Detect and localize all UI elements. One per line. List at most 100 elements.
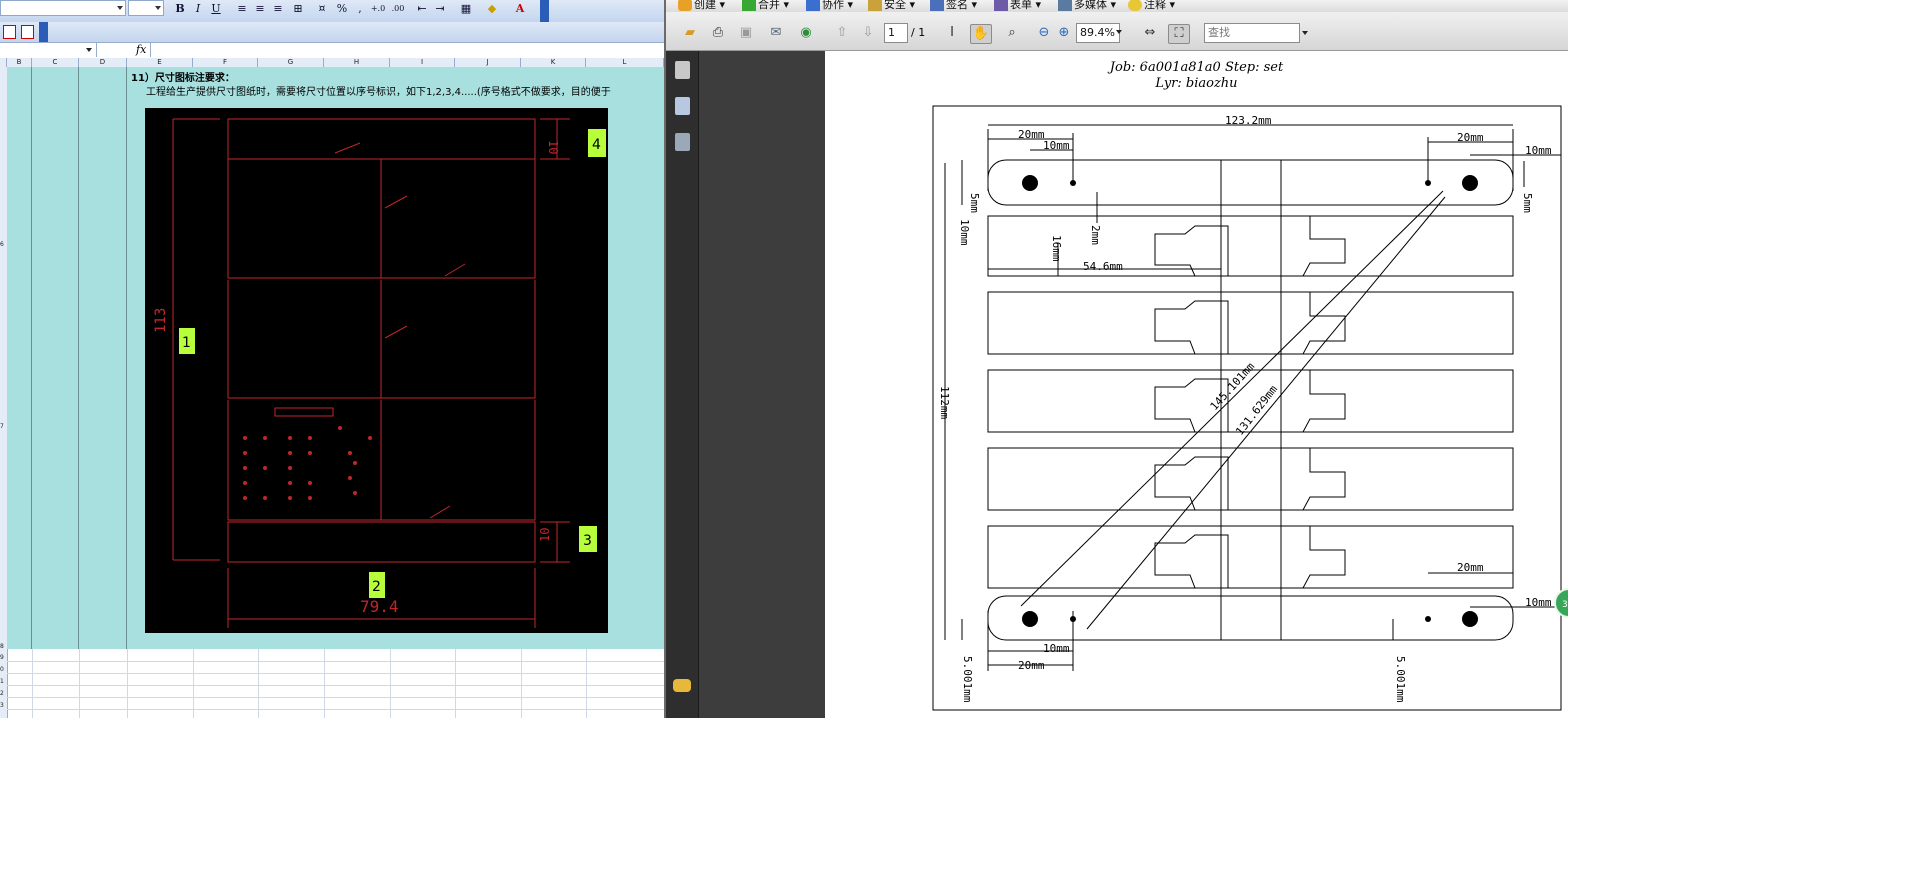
row-number[interactable]: 6	[0, 241, 7, 248]
cell-column-d[interactable]	[79, 67, 127, 649]
column-header-c[interactable]: C	[32, 58, 79, 67]
row-number[interactable]: 7	[0, 423, 7, 430]
search-input[interactable]: 查找	[1204, 23, 1300, 43]
dim-113-label: 113	[153, 308, 169, 333]
dim-diagonal-1: 145.101mm	[1208, 360, 1258, 413]
menu-combine[interactable]: 合并 ▾	[742, 0, 789, 11]
cell-column-c[interactable]	[32, 67, 79, 649]
pdf-document-background	[699, 51, 825, 718]
panel-dimension-drawing[interactable]: 123.2mm 20mm 10mm 20mm 10mm 5mm 10mm 5mm…	[825, 51, 1568, 718]
convert-pdf-icon[interactable]	[3, 25, 16, 39]
open-folder-icon[interactable]: ▰	[680, 24, 700, 42]
hand-tool-icon[interactable]: ✋	[970, 24, 992, 44]
fill-color-icon[interactable]: ◆	[484, 1, 500, 17]
menu-security[interactable]: 安全 ▾	[868, 0, 915, 11]
row-number[interactable]: 0	[0, 666, 7, 673]
increase-indent-icon[interactable]: ⇥	[432, 1, 448, 17]
marker-4-label: 4	[592, 137, 601, 153]
fit-width-icon[interactable]: ⇔	[1140, 24, 1160, 42]
column-header-g[interactable]: G	[258, 58, 324, 67]
column-header-e[interactable]: E	[127, 58, 193, 67]
toolbar-options-icon[interactable]	[540, 0, 549, 22]
italic-button[interactable]: I	[190, 1, 206, 17]
dim-10-bottom-right: 10mm	[1525, 596, 1552, 609]
menu-create[interactable]: 创建 ▾	[678, 0, 725, 11]
merge-center-icon[interactable]: ⊞	[290, 1, 306, 17]
menu-forms[interactable]: 表单 ▾	[994, 0, 1041, 11]
menu-collaborate[interactable]: 协作 ▾	[806, 0, 853, 11]
select-text-icon[interactable]: Ⅰ	[942, 24, 962, 42]
formula-input[interactable]	[150, 43, 664, 57]
toolbar-options-icon-2[interactable]	[39, 22, 48, 42]
save-icon[interactable]: ▣	[736, 24, 756, 42]
row-number[interactable]: 1	[0, 678, 7, 685]
comments-panel-icon[interactable]	[673, 679, 691, 692]
cell-column-b[interactable]	[7, 67, 32, 649]
dim-20-bottom-left: 20mm	[1018, 659, 1045, 672]
zoom-level-input[interactable]: 89.4%	[1076, 23, 1120, 43]
font-color-button[interactable]: A	[512, 1, 528, 17]
forms-icon	[994, 0, 1008, 11]
column-header-j[interactable]: J	[455, 58, 521, 67]
decrease-decimal-icon[interactable]: .00	[390, 1, 406, 17]
row-number[interactable]: 9	[0, 654, 7, 661]
fx-label[interactable]: fx	[136, 43, 146, 56]
search-dropdown-icon[interactable]	[1302, 31, 1308, 35]
marker-2-label: 2	[372, 579, 381, 595]
column-header-l[interactable]: L	[586, 58, 664, 67]
zoom-out-icon[interactable]: ⊖	[1034, 24, 1054, 42]
column-header-f[interactable]: F	[193, 58, 258, 67]
font-name-combo[interactable]	[0, 0, 126, 16]
marker-1-label: 1	[182, 335, 191, 351]
share-icon[interactable]: ◉	[796, 24, 816, 42]
column-header-b[interactable]: B	[7, 58, 32, 67]
dim-5-001-mid: 5.001mm	[1394, 656, 1407, 703]
column-header-i[interactable]: I	[390, 58, 455, 67]
bookmarks-panel-icon[interactable]	[675, 97, 690, 115]
previous-page-icon[interactable]: ⇧	[832, 24, 852, 42]
increase-decimal-icon[interactable]: +.0	[370, 1, 386, 17]
menu-sign[interactable]: 签名 ▾	[930, 0, 977, 11]
column-header-d[interactable]: D	[79, 58, 127, 67]
fit-page-icon[interactable]: ⛶	[1168, 24, 1190, 44]
column-header-h[interactable]: H	[324, 58, 390, 67]
name-box[interactable]	[0, 43, 97, 57]
zoom-in-icon[interactable]: ⊕	[1054, 24, 1074, 42]
dim-height-total: 112mm	[938, 386, 951, 419]
percent-button[interactable]: %	[334, 1, 350, 17]
menu-comment[interactable]: 注释 ▾	[1128, 0, 1175, 11]
print-icon[interactable]: ⎙	[708, 24, 728, 42]
underline-button[interactable]: U	[208, 1, 224, 17]
borders-icon[interactable]: ▦	[458, 1, 474, 17]
name-box-dropdown-icon[interactable]	[86, 48, 92, 52]
pages-panel-icon[interactable]	[675, 61, 690, 79]
currency-icon[interactable]: ¤	[314, 1, 330, 17]
select-all-corner[interactable]	[0, 58, 7, 67]
next-page-icon[interactable]: ⇩	[858, 24, 878, 42]
email-icon[interactable]: ✉	[766, 24, 786, 42]
page-number-input[interactable]: 1	[884, 23, 908, 43]
pdf-email-icon[interactable]	[21, 25, 34, 39]
row-number[interactable]: 3	[0, 702, 7, 709]
dim-10-left: 10mm	[958, 219, 971, 246]
security-icon	[868, 0, 882, 11]
dim-20-top-right: 20mm	[1457, 131, 1484, 144]
dim-10-bottom-left: 10mm	[1043, 642, 1070, 655]
font-size-combo[interactable]	[128, 0, 164, 16]
align-left-icon[interactable]: ≡	[234, 1, 250, 17]
signatures-panel-icon[interactable]	[675, 133, 690, 151]
multimedia-icon	[1058, 0, 1072, 11]
column-header-k[interactable]: K	[521, 58, 586, 67]
menu-multimedia[interactable]: 多媒体 ▾	[1058, 0, 1116, 11]
marquee-zoom-icon[interactable]: ⌕	[1002, 24, 1022, 42]
comma-button[interactable]: ,	[352, 1, 368, 17]
row-number[interactable]: 2	[0, 690, 7, 697]
align-center-icon[interactable]: ≡	[252, 1, 268, 17]
decrease-indent-icon[interactable]: ⇤	[414, 1, 430, 17]
row-number[interactable]: 8	[0, 643, 7, 650]
bold-button[interactable]: B	[172, 1, 188, 17]
align-right-icon[interactable]: ≡	[270, 1, 286, 17]
zoom-dropdown-icon[interactable]	[1116, 30, 1122, 34]
sheet-heading: 11）尺寸图标注要求：	[131, 73, 235, 84]
cad-drawing-image[interactable]: 113 79.4 10 10 1 2 3 4	[145, 108, 608, 633]
